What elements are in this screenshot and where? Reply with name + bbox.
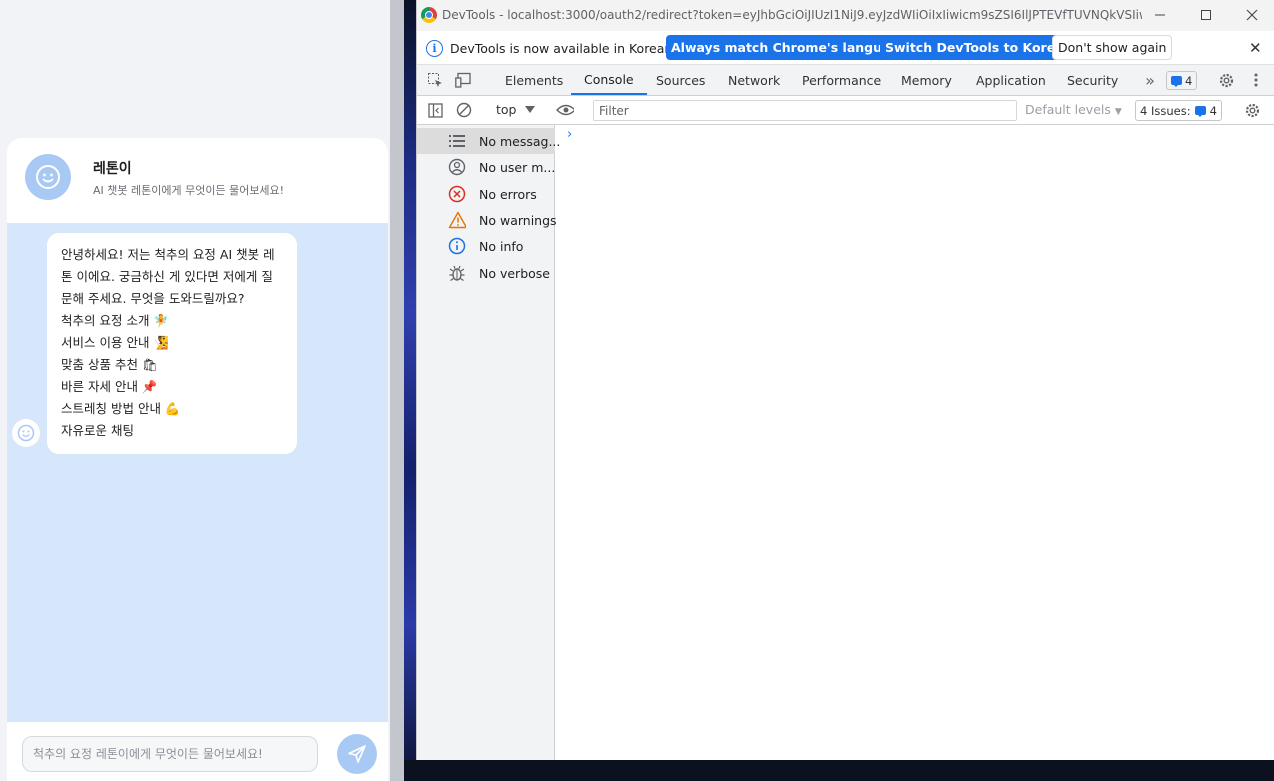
infobar-message: DevTools is now available in Korean! bbox=[450, 41, 678, 56]
send-icon bbox=[348, 745, 366, 763]
tab-memory[interactable]: Memory bbox=[901, 65, 952, 95]
bot-avatar bbox=[25, 154, 71, 200]
sidebar-item-verbose[interactable]: No verbose bbox=[417, 260, 555, 286]
chatbot-panel: 레톤이 AI 챗봇 레톤이에게 무엇이든 물어보세요! 안녕하세요! 저는 척추… bbox=[7, 138, 388, 781]
sidebar-item-label: No messag... bbox=[479, 133, 561, 149]
window-title: DevTools - localhost:3000/oauth2/redirec… bbox=[442, 8, 1142, 22]
inspect-element-icon[interactable] bbox=[426, 71, 444, 89]
tab-sources[interactable]: Sources bbox=[656, 65, 705, 95]
chat-header: 레톤이 AI 챗봇 레톤이에게 무엇이든 물어보세요! bbox=[7, 138, 388, 224]
tab-console[interactable]: Console bbox=[571, 65, 647, 95]
sidebar-item-info[interactable]: No info bbox=[417, 233, 555, 259]
close-infobar-icon[interactable]: ✕ bbox=[1249, 39, 1262, 57]
context-selector[interactable]: top bbox=[496, 102, 516, 117]
smiley-icon bbox=[36, 165, 60, 189]
language-infobar: i DevTools is now available in Korean! A… bbox=[417, 31, 1274, 65]
user-circle-icon bbox=[448, 158, 466, 176]
chevron-down-icon[interactable] bbox=[525, 106, 535, 113]
issues-button[interactable]: 4 Issues: 4 bbox=[1135, 100, 1222, 121]
greeting-text: 안녕하세요! 저는 척추의 요정 AI 챗봇 레톤 이에요. 궁금하신 게 있다… bbox=[61, 247, 275, 306]
error-icon bbox=[448, 185, 466, 203]
info-icon: i bbox=[426, 40, 443, 57]
close-icon bbox=[1246, 9, 1258, 21]
sidebar-item-errors[interactable]: No errors bbox=[417, 181, 555, 207]
maximize-icon bbox=[1201, 10, 1211, 20]
message-avatar bbox=[12, 419, 40, 447]
sidebar-item-label: No info bbox=[479, 238, 524, 254]
console-settings-gear-icon[interactable] bbox=[1243, 101, 1261, 119]
kebab-menu-icon[interactable] bbox=[1247, 71, 1265, 89]
window-titlebar[interactable]: DevTools - localhost:3000/oauth2/redirec… bbox=[417, 0, 1274, 31]
menu-option-intro[interactable]: 척추의 요정 소개 🧚 bbox=[61, 310, 283, 332]
chevron-down-icon: ▼ bbox=[1114, 107, 1122, 117]
list-icon bbox=[448, 132, 466, 150]
bot-subtitle: AI 챗봇 레톤이에게 무엇이든 물어보세요! bbox=[93, 184, 285, 197]
log-levels-dropdown[interactable]: Default levels ▼ bbox=[1025, 102, 1122, 117]
bot-name: 레톤이 bbox=[93, 161, 132, 177]
message-input[interactable] bbox=[22, 736, 318, 772]
messages-badge[interactable]: 4 bbox=[1166, 71, 1198, 90]
chat-input-bar bbox=[7, 722, 388, 781]
issues-label: 4 Issues: bbox=[1140, 103, 1191, 118]
tab-security[interactable]: Security bbox=[1067, 65, 1118, 95]
messages-badge-count: 4 bbox=[1185, 73, 1193, 88]
sidebar-item-user-messages[interactable]: No user m... bbox=[417, 154, 555, 180]
warning-icon bbox=[448, 211, 466, 229]
filter-input[interactable] bbox=[593, 100, 1017, 121]
tab-application[interactable]: Application bbox=[976, 65, 1046, 95]
device-toolbar-icon[interactable] bbox=[455, 71, 473, 89]
message-icon bbox=[1194, 106, 1206, 117]
bot-message-bubble: 안녕하세요! 저는 척추의 요정 AI 챗봇 레톤 이에요. 궁금하신 게 있다… bbox=[47, 233, 297, 454]
menu-option-service-guide[interactable]: 서비스 이용 안내 🧏 bbox=[61, 332, 283, 354]
sidebar-item-label: No user m... bbox=[479, 159, 556, 175]
menu-option-product-recommend[interactable]: 맞춤 상품 추천 🛍 bbox=[61, 354, 283, 376]
devtools-tabbar: Elements Console Sources Network Perform… bbox=[417, 65, 1274, 96]
tab-performance[interactable]: Performance bbox=[802, 65, 881, 95]
console-toolbar: top Default levels ▼ 4 Issues: 4 bbox=[417, 96, 1274, 125]
desktop-bottom-strip bbox=[404, 760, 1274, 781]
menu-option-free-chat[interactable]: 자유로운 채팅 bbox=[61, 420, 283, 442]
bug-icon bbox=[448, 264, 466, 282]
sidebar-item-warnings[interactable]: No warnings bbox=[417, 207, 557, 233]
settings-gear-icon[interactable] bbox=[1217, 71, 1235, 89]
message-icon bbox=[1171, 76, 1182, 87]
dont-show-again-button[interactable]: Don't show again bbox=[1052, 35, 1173, 60]
window-divider bbox=[390, 0, 404, 781]
log-levels-label: Default levels bbox=[1025, 102, 1111, 117]
sidebar-toggle-icon[interactable] bbox=[426, 101, 444, 119]
sidebar-item-label: No errors bbox=[479, 186, 537, 202]
more-tabs-icon[interactable]: » bbox=[1141, 71, 1159, 90]
close-window-button[interactable] bbox=[1239, 4, 1265, 26]
devtools-window: DevTools - localhost:3000/oauth2/redirec… bbox=[416, 0, 1274, 760]
info-icon bbox=[448, 237, 466, 255]
menu-option-posture-guide[interactable]: 바른 자세 안내 📌 bbox=[61, 376, 283, 398]
tab-elements[interactable]: Elements bbox=[505, 65, 563, 95]
minimize-icon bbox=[1155, 14, 1165, 16]
sidebar-item-label: No verbose bbox=[479, 265, 550, 281]
issues-count: 4 bbox=[1209, 103, 1217, 118]
console-prompt[interactable]: › bbox=[567, 127, 572, 142]
clear-console-icon[interactable] bbox=[455, 101, 473, 119]
menu-option-stretching-guide[interactable]: 스트레칭 방법 안내 💪 bbox=[61, 398, 283, 420]
chrome-icon bbox=[421, 7, 437, 23]
sidebar-item-messages[interactable]: No messag... bbox=[417, 128, 560, 154]
live-expression-eye-icon[interactable] bbox=[556, 101, 574, 119]
console-sidebar: No messag... No user m... No errors No w… bbox=[417, 125, 560, 760]
tab-network[interactable]: Network bbox=[728, 65, 780, 95]
smiley-icon bbox=[17, 424, 35, 442]
switch-korean-button[interactable]: Switch DevTools to Korean bbox=[880, 35, 1078, 60]
sidebar-item-label: No warnings bbox=[479, 212, 557, 228]
maximize-button[interactable] bbox=[1193, 4, 1219, 26]
minimize-button[interactable] bbox=[1147, 4, 1173, 26]
send-button[interactable] bbox=[337, 734, 377, 774]
match-language-button[interactable]: Always match Chrome's language bbox=[666, 35, 913, 60]
desktop-wallpaper-strip bbox=[404, 0, 416, 781]
